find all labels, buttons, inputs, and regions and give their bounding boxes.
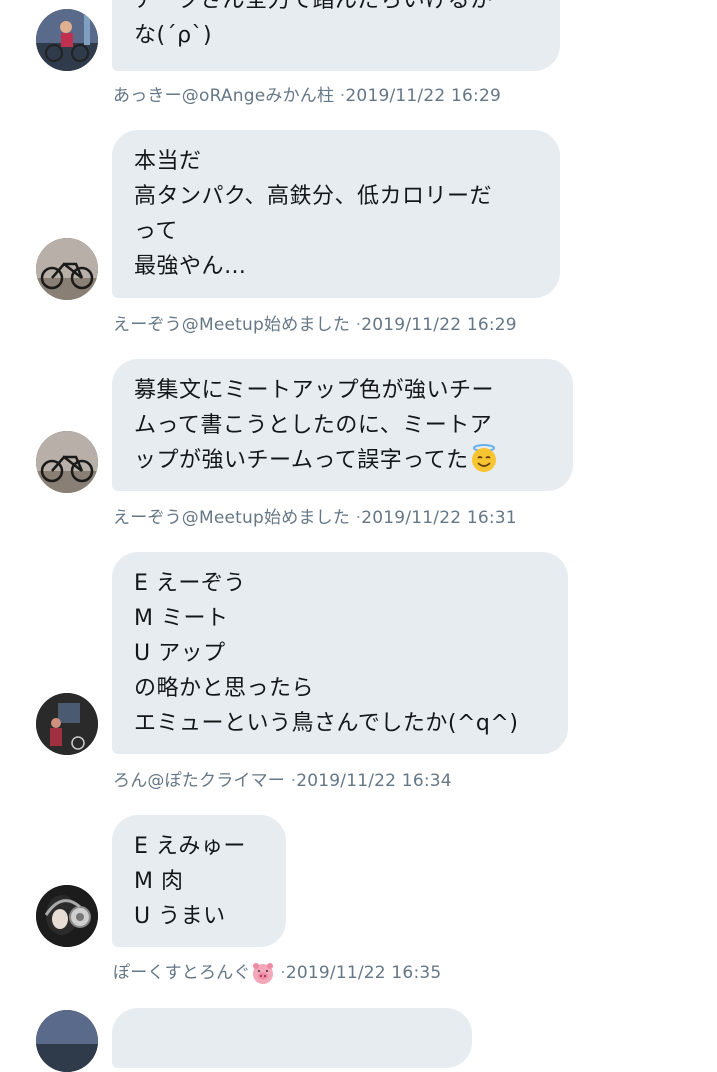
avatar[interactable]: [36, 9, 98, 71]
message-line: の略かと思ったら: [134, 676, 315, 701]
message-line: U うまい: [134, 904, 226, 929]
author-name[interactable]: ろん@ぽたクライマー: [113, 771, 285, 791]
avatar-photo-icon: [36, 9, 98, 71]
message-meta: ぽーくすとろんぐ ·2019/11/22 16:35: [113, 958, 441, 989]
avatar[interactable]: [36, 1010, 98, 1072]
message-line: ムって書こうとしたのに、ミートア: [134, 413, 493, 438]
message-bubble: E えみゅー M 肉 U うまい: [112, 815, 286, 947]
timestamp: 2019/11/22 16:31: [361, 508, 517, 528]
avatar-photo-icon: [36, 431, 98, 493]
message-line: アークさん全力で踏んだらいけるか: [134, 0, 493, 13]
halo-smile-emoji-icon: [469, 443, 499, 484]
message-bubble: アークさん全力で踏んだらいけるか な(´ρ`): [112, 0, 560, 71]
message-line: E えーぞう: [134, 571, 246, 596]
avatar[interactable]: [36, 693, 98, 755]
message-line: M 肉: [134, 869, 184, 894]
avatar[interactable]: [36, 238, 98, 300]
message-line: って: [134, 219, 178, 244]
message-bubble: 募集文にミートアップ色が強いチー ムって書こうとしたのに、ミートア ップが強いチ…: [112, 359, 573, 491]
message-line: エミューという鳥さんでしたか(^q^): [134, 711, 519, 736]
timestamp: 2019/11/22 16:29: [361, 315, 517, 335]
author-name[interactable]: えーぞう@Meetup始めました: [113, 508, 350, 528]
avatar-photo-icon: [36, 885, 98, 947]
message-line: M ミート: [134, 606, 229, 631]
avatar-photo-icon: [36, 238, 98, 300]
pig-face-icon: [251, 962, 275, 989]
avatar[interactable]: [36, 885, 98, 947]
timestamp: 2019/11/22 16:34: [296, 771, 452, 791]
avatar-photo-icon: [36, 693, 98, 755]
timestamp: 2019/11/22 16:29: [345, 86, 501, 106]
timestamp: 2019/11/22 16:35: [285, 963, 442, 983]
message-bubble: E えーぞう M ミート U アップ の略かと思ったら エミューという鳥さんでし…: [112, 552, 568, 754]
message-meta: えーぞう@Meetup始めました ·2019/11/22 16:31: [113, 503, 517, 528]
message-bubble: [112, 1008, 472, 1068]
message-line: な(´ρ`): [134, 23, 213, 48]
avatar[interactable]: [36, 431, 98, 493]
message-line: E えみゅー: [134, 834, 246, 859]
author-name[interactable]: えーぞう@Meetup始めました: [113, 315, 350, 335]
message-line: 本当だ: [134, 149, 202, 174]
message-line: ップが強いチームって誤字ってた: [134, 448, 469, 473]
message-bubble: 本当だ 高タンパク、高鉄分、低カロリーだ って 最強やん…: [112, 130, 560, 298]
message-line: 高タンパク、高鉄分、低カロリーだ: [134, 184, 493, 209]
message-meta: あっきー@oRAngeみかん柱 ·2019/11/22 16:29: [113, 81, 501, 106]
author-name[interactable]: あっきー@oRAngeみかん柱: [113, 86, 334, 106]
message-meta: ろん@ぽたクライマー ·2019/11/22 16:34: [113, 766, 452, 791]
author-name[interactable]: ぽーくすとろんぐ: [113, 963, 251, 983]
message-meta: えーぞう@Meetup始めました ·2019/11/22 16:29: [113, 310, 517, 335]
message-line: 最強やん…: [134, 254, 247, 279]
message-line: 募集文にミートアップ色が強いチー: [134, 378, 495, 403]
message-line: U アップ: [134, 641, 226, 666]
avatar-photo-icon: [36, 1010, 98, 1072]
